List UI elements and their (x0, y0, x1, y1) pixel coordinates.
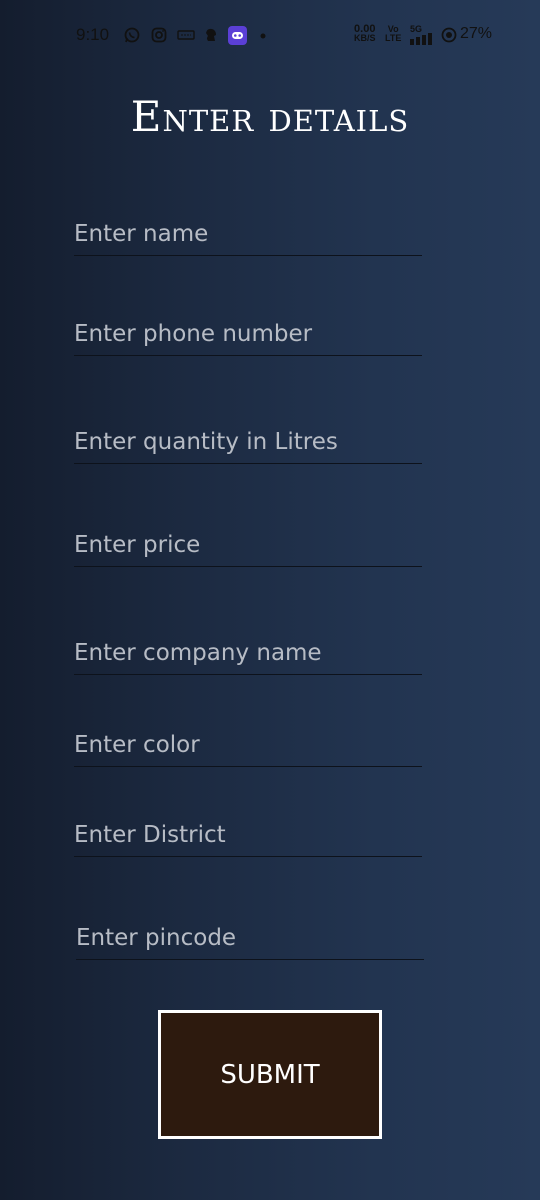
battery-percent: 27% (460, 25, 493, 42)
volte-indicator: Vo LTE (385, 25, 401, 43)
phone-field[interactable] (74, 312, 422, 356)
status-time: 9:10 (76, 25, 110, 44)
company-name-field[interactable] (74, 631, 422, 675)
page-title: Enter details (130, 92, 410, 141)
instagram-icon (151, 27, 167, 43)
name-input[interactable] (74, 212, 422, 255)
name-field[interactable] (74, 212, 422, 256)
data-speed: 0.00 KB/S (354, 24, 376, 43)
price-input[interactable] (74, 523, 422, 566)
data-speed-unit: KB/S (354, 33, 376, 43)
submit-button-label: SUBMIT (220, 1059, 320, 1090)
status-bar: 9:10 0.00 KB/S Vo LTE 5G 27% (0, 0, 540, 72)
submit-button[interactable]: SUBMIT (158, 1010, 382, 1139)
pincode-input[interactable] (76, 916, 424, 959)
signal-icon (410, 33, 432, 45)
district-field[interactable] (74, 813, 422, 857)
pincode-field[interactable] (76, 916, 424, 960)
dot-icon (260, 33, 266, 39)
district-input[interactable] (74, 813, 422, 856)
battery-saver-icon (441, 27, 457, 43)
ticket-icon (177, 30, 195, 40)
quantity-field[interactable] (74, 420, 422, 464)
price-field[interactable] (74, 523, 422, 567)
bot-icon (228, 26, 247, 45)
whatsapp-icon (124, 27, 140, 43)
phone-input[interactable] (74, 312, 422, 355)
volte-bottom: LTE (385, 33, 402, 43)
color-input[interactable] (74, 723, 422, 766)
company-name-input[interactable] (74, 631, 422, 674)
color-field[interactable] (74, 723, 422, 767)
quantity-input[interactable] (74, 420, 422, 463)
dog-icon (206, 28, 216, 41)
